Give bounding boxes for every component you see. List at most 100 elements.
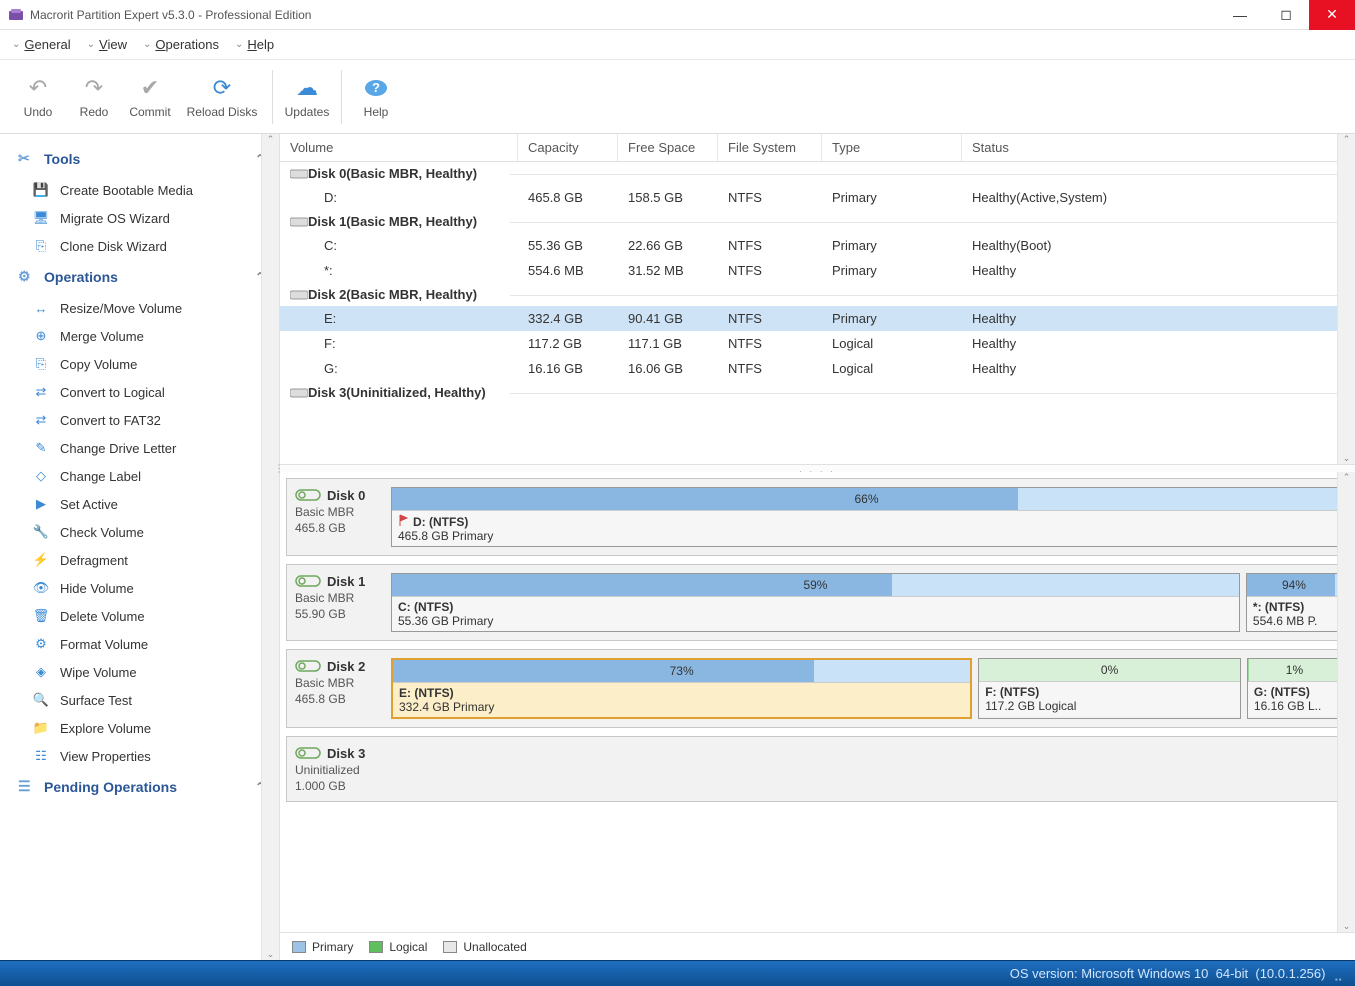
disk-info: Disk 3 Uninitialized 1.000 GB [295,745,383,793]
sidebar-item[interactable]: ⇄Convert to FAT32 [4,406,279,434]
splitter[interactable]: ⋮ . . . . [280,464,1355,472]
operation-icon: 🔧 [32,524,50,540]
flag-icon [398,514,410,526]
sidebar-item[interactable]: 🔍Surface Test [4,686,279,714]
sidebar-item-label: Hide Volume [60,581,134,596]
sidebar-item-label: Set Active [60,497,118,512]
disk-info: Disk 0 Basic MBR 465.8 GB [295,487,383,547]
disk-type: Basic MBR [295,676,383,690]
toolbar: ↶Undo ↷Redo ✔Commit ⟳Reload Disks ☁Updat… [0,60,1355,134]
disk-name: Disk 3 [327,746,365,761]
menu-general[interactable]: ⌄General [8,35,75,54]
col-volume[interactable]: Volume [280,134,518,161]
updates-button[interactable]: ☁Updates [279,71,335,123]
sidebar-item[interactable]: 👁Hide Volume [4,574,279,602]
partition[interactable]: 66% D: (NTFS)465.8 GB Primary [391,487,1342,547]
disk-group-header[interactable]: Disk 2(Basic MBR, Healthy) [280,283,1355,306]
partition[interactable]: 1% G: (NTFS)16.16 GB L.. [1247,658,1342,719]
table-scrollbar[interactable]: ⌃⌄ [1337,134,1355,464]
sidebar-item[interactable]: 💾Create Bootable Media [4,176,279,204]
redo-button[interactable]: ↷Redo [66,71,122,123]
operation-icon: ⇄ [32,384,50,400]
col-fs[interactable]: File System [718,134,822,161]
sidebar-section-operations[interactable]: ⚙Operations ⌃ [4,260,279,294]
menu-operations[interactable]: ⌄Operations [139,35,223,54]
table-row[interactable]: F: 117.2 GB 117.1 GB NTFS Logical Health… [280,331,1355,356]
cell-free: 22.66 GB [618,236,718,255]
sidebar-item[interactable]: 🗑Delete Volume [4,602,279,630]
partition[interactable]: 59% C: (NTFS)55.36 GB Primary [391,573,1240,632]
sidebar-item[interactable]: ⎘Clone Disk Wizard [4,232,279,260]
menu-view[interactable]: ⌄View [83,35,131,54]
sidebar-item[interactable]: 🖥Migrate OS Wizard [4,204,279,232]
reload-disks-button[interactable]: ⟳Reload Disks [178,71,266,123]
partition[interactable]: 0% F: (NTFS)117.2 GB Logical [978,658,1241,719]
close-button[interactable]: ✕ [1309,0,1355,30]
disk-group-header[interactable]: Disk 1(Basic MBR, Healthy) [280,210,1355,233]
cell-capacity: 55.36 GB [518,236,618,255]
legend-unallocated: Unallocated [443,940,526,954]
sidebar-item-label: Change Drive Letter [60,441,176,456]
sidebar-item[interactable]: ⊕Merge Volume [4,322,279,350]
maximize-button[interactable]: ◻ [1263,0,1309,30]
disk-header-label: Disk 2(Basic MBR, Healthy) [308,287,477,302]
minimize-button[interactable]: — [1217,0,1263,30]
partition[interactable]: 94% *: (NTFS)554.6 MB P. [1246,573,1342,632]
disk-size: 55.90 GB [295,607,383,621]
sidebar-item[interactable]: ⚙Format Volume [4,630,279,658]
commit-button[interactable]: ✔Commit [122,71,178,123]
sidebar-item[interactable]: ◇Change Label [4,462,279,490]
sidebar-item[interactable]: ▶Set Active [4,490,279,518]
undo-button[interactable]: ↶Undo [10,71,66,123]
disk-group-header[interactable]: Disk 0(Basic MBR, Healthy) [280,162,1355,185]
toolbar-separator [341,70,342,124]
sidebar-item[interactable]: 📁Explore Volume [4,714,279,742]
table-row[interactable]: G: 16.16 GB 16.06 GB NTFS Logical Health… [280,356,1355,381]
table-row[interactable]: *: 554.6 MB 31.52 MB NTFS Primary Health… [280,258,1355,283]
disk-card: Disk 3 Uninitialized 1.000 GB [286,736,1351,802]
cell-type: Primary [822,236,962,255]
sidebar-item[interactable]: ⎘Copy Volume [4,350,279,378]
cell-type: Logical [822,359,962,378]
sidebar-scrollbar[interactable]: ⌃⌄ [261,134,279,960]
col-free[interactable]: Free Space [618,134,718,161]
partition[interactable]: 73% E: (NTFS)332.4 GB Primary [391,658,972,719]
disk-partitions [391,745,1342,793]
diskmap-scrollbar[interactable]: ⌃⌄ [1337,472,1355,932]
sidebar-item[interactable]: ⇄ Convert to Logical [4,378,279,406]
operation-icon: ⇄ [32,412,50,428]
partition-usage-bar: 66% [392,488,1341,510]
sidebar-item-label: Explore Volume [60,721,151,736]
sidebar-item[interactable]: ◈Wipe Volume [4,658,279,686]
sidebar-item[interactable]: 🔧Check Volume [4,518,279,546]
sidebar-section-pending[interactable]: ☰Pending Operations ⌃ [4,770,279,804]
partition-usage-bar: 0% [979,659,1240,681]
col-status[interactable]: Status [962,134,1355,161]
resize-grip-icon[interactable]: ⣀ [1333,966,1343,982]
sidebar-item[interactable]: ⚡Defragment [4,546,279,574]
sidebar-item[interactable]: ↔Resize/Move Volume [4,294,279,322]
col-capacity[interactable]: Capacity [518,134,618,161]
chevron-down-icon: ⌄ [143,39,151,50]
help-button[interactable]: ?Help [348,71,404,123]
disk-group-header[interactable]: Disk 3(Uninitialized, Healthy) [280,381,1355,404]
cell-capacity: 554.6 MB [518,261,618,280]
table-row[interactable]: D: 465.8 GB 158.5 GB NTFS Primary Health… [280,185,1355,210]
table-row[interactable]: C: 55.36 GB 22.66 GB NTFS Primary Health… [280,233,1355,258]
cell-capacity: 332.4 GB [518,309,618,328]
sidebar-section-tools[interactable]: ✂Tools ⌃ [4,142,279,176]
col-type[interactable]: Type [822,134,962,161]
main-area: ✂Tools ⌃ 💾Create Bootable Media🖥Migrate … [0,134,1355,960]
cell-fs: NTFS [718,236,822,255]
sidebar-item-label: Convert to Logical [60,385,165,400]
disk-type: Uninitialized [295,763,383,777]
table-row[interactable]: E: 332.4 GB 90.41 GB NTFS Primary Health… [280,306,1355,331]
sidebar-item[interactable]: ☷View Properties [4,742,279,770]
disk-size: 1.000 GB [295,779,383,793]
disk-size: 465.8 GB [295,692,383,706]
cell-fs: NTFS [718,309,822,328]
sidebar-item[interactable]: ✎Change Drive Letter [4,434,279,462]
partition-pct: 66% [854,492,878,506]
menu-help[interactable]: ⌄Help [231,35,278,54]
operation-icon: ⎘ [32,356,50,372]
